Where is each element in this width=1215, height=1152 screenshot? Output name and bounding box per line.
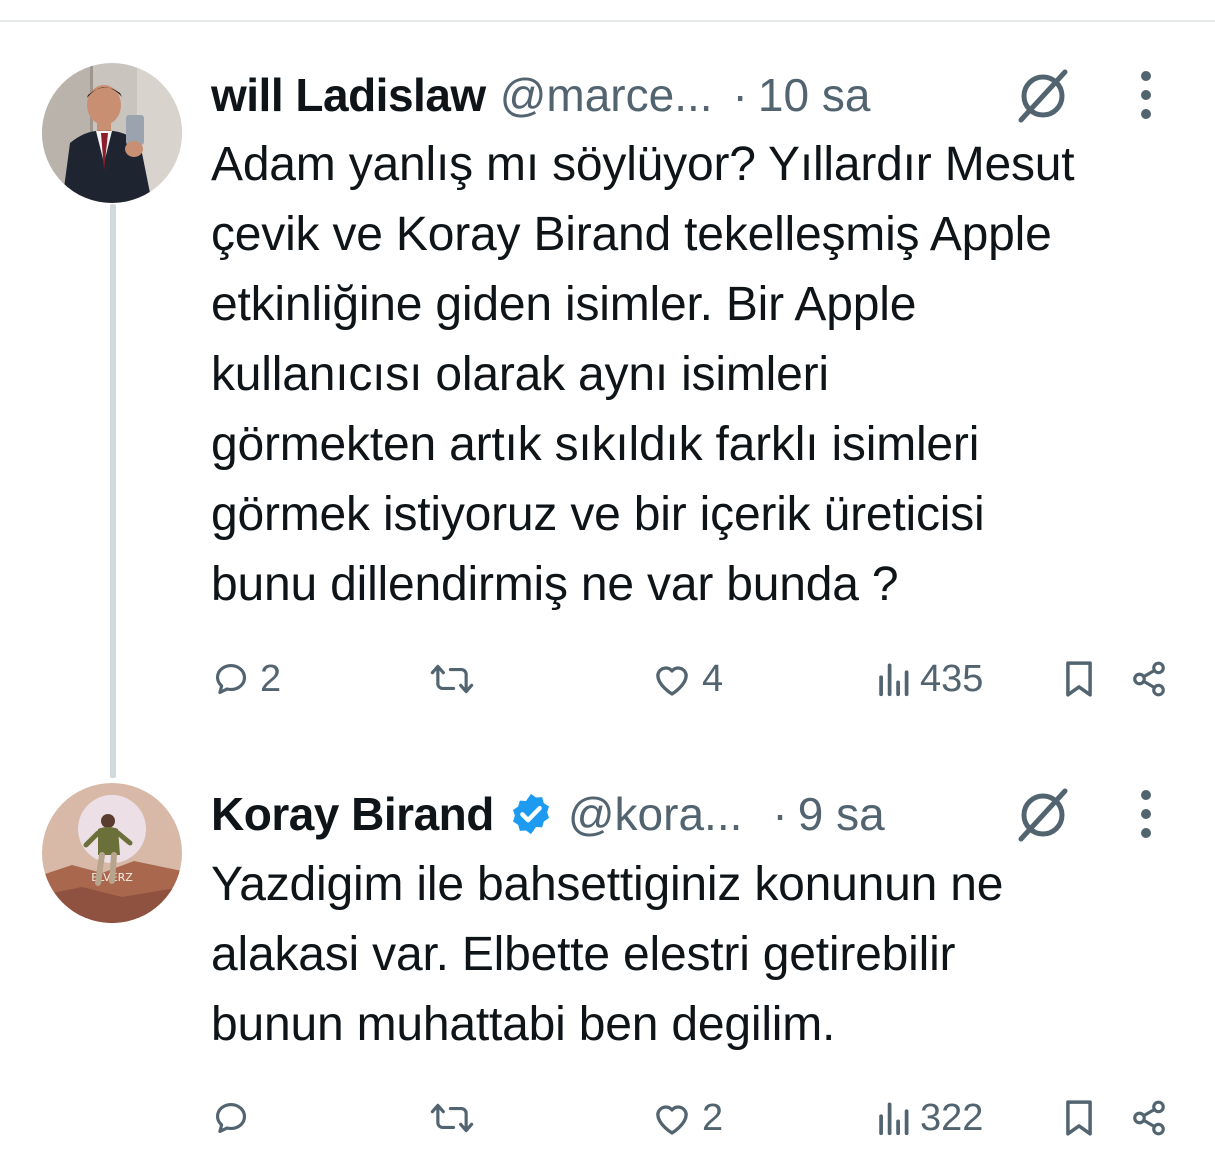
reply-icon — [215, 663, 247, 695]
reply-button[interactable] — [212, 1093, 250, 1143]
grok-icon[interactable] — [1013, 785, 1073, 845]
retweet-button[interactable] — [430, 654, 474, 704]
like-button[interactable]: 2 — [652, 1093, 723, 1143]
timestamp[interactable]: 10 sa — [758, 68, 871, 122]
like-count: 4 — [702, 657, 724, 700]
views-icon — [879, 1102, 909, 1136]
like-count: 2 — [702, 1096, 724, 1139]
bookmark-button[interactable] — [1062, 1093, 1096, 1143]
heart-icon — [656, 666, 688, 696]
tweet-header: Koray Birand @kora... · 9 sa — [211, 784, 885, 844]
grok-icon[interactable] — [1013, 66, 1073, 126]
views-button[interactable]: 322 — [876, 1093, 983, 1143]
bookmark-button[interactable] — [1062, 654, 1096, 704]
share-button[interactable] — [1130, 1093, 1168, 1143]
share-button[interactable] — [1130, 654, 1168, 704]
retweet-icon — [430, 664, 474, 694]
heart-icon — [656, 1105, 688, 1135]
retweet-button[interactable] — [430, 1093, 474, 1143]
reply-count: 2 — [260, 657, 282, 700]
tweet[interactable]: will Ladislaw @marce... · 10 sa Adam yan… — [0, 0, 1215, 760]
more-options-icon[interactable] — [1131, 784, 1161, 844]
verified-badge-icon — [508, 791, 554, 837]
view-count: 435 — [920, 657, 984, 700]
timestamp[interactable]: 9 sa — [798, 787, 885, 841]
bookmark-icon — [1066, 1100, 1092, 1136]
tweet-header: will Ladislaw @marce... · 10 sa — [211, 65, 870, 125]
user-handle[interactable]: @kora... — [568, 787, 743, 841]
tweet-actions: 2 322 — [0, 1093, 1215, 1143]
tweet[interactable]: ELVERZ Koray Birand @kora... · 9 sa Yazd… — [0, 760, 1215, 1152]
share-icon — [1133, 661, 1165, 697]
tweet-text: Adam yanlış mı söylüyor? Yıllardır Mesut… — [211, 138, 1075, 611]
views-button[interactable]: 435 — [876, 654, 983, 704]
more-options-icon[interactable] — [1131, 65, 1161, 125]
user-handle[interactable]: @marce... — [500, 68, 713, 122]
like-button[interactable]: 4 — [652, 654, 723, 704]
views-icon — [879, 663, 909, 697]
avatar[interactable]: ELVERZ — [42, 783, 182, 923]
bookmark-icon — [1066, 661, 1092, 697]
display-name[interactable]: Koray Birand — [211, 787, 494, 841]
reply-button[interactable]: 2 — [212, 654, 281, 704]
view-count: 322 — [920, 1096, 984, 1139]
tweet-text: Yazdigim ile bahsettiginiz konunun ne al… — [211, 858, 1004, 1051]
display-name[interactable]: will Ladislaw — [211, 68, 486, 122]
reply-icon — [215, 1102, 247, 1134]
separator-dot: · — [772, 788, 788, 840]
tweet-actions: 2 4 435 — [0, 654, 1215, 704]
share-icon — [1133, 1100, 1165, 1136]
separator-dot: · — [732, 69, 748, 121]
avatar[interactable] — [42, 63, 182, 203]
retweet-icon — [430, 1103, 474, 1133]
